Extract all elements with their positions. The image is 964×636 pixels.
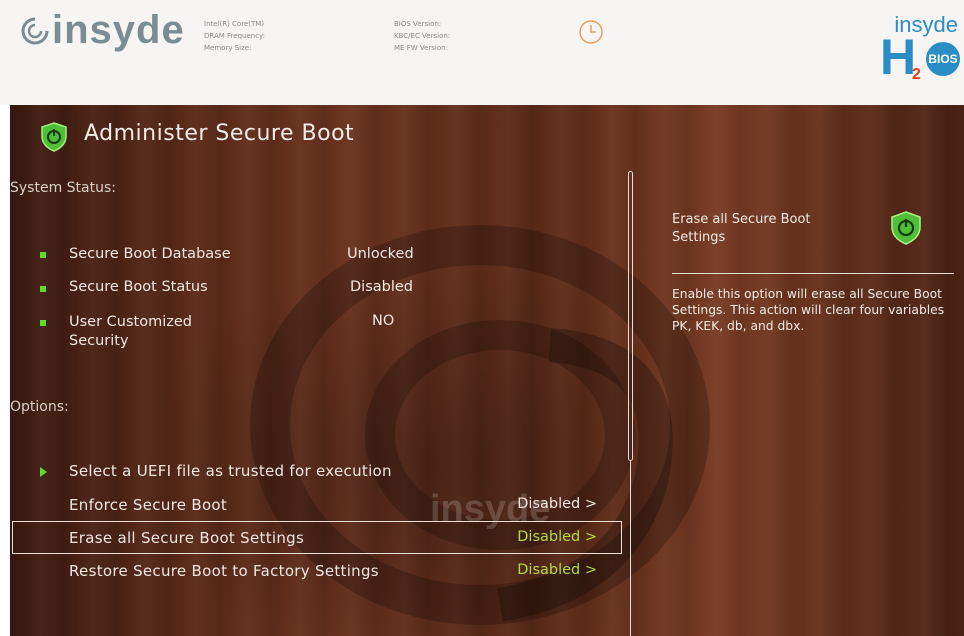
secure-boot-database-value: Unlocked bbox=[347, 246, 414, 262]
help-title: Erase all Secure Boot Settings bbox=[672, 212, 811, 245]
system-status-heading: System Status: bbox=[10, 180, 116, 196]
options-scrollbar[interactable] bbox=[628, 171, 633, 636]
kbc-ec-version-label: KBC/EC Version: bbox=[394, 32, 451, 40]
user-customized-security-label: User Customized Security bbox=[69, 313, 192, 351]
shield-power-icon bbox=[891, 211, 921, 245]
brand-2-digit: 2 bbox=[912, 66, 921, 83]
dram-frequency-label: DRAM Frequency: bbox=[204, 32, 266, 40]
me-fw-version-label: ME FW Version: bbox=[394, 44, 448, 52]
enforce-secure-boot-option[interactable]: Enforce Secure Boot bbox=[69, 496, 227, 514]
page-title: Administer Secure Boot bbox=[84, 121, 355, 146]
status-bullet-icon bbox=[40, 320, 46, 326]
restore-factory-settings-option[interactable]: Restore Secure Boot to Factory Settings bbox=[69, 562, 379, 580]
help-description: Enable this option will erase all Secure… bbox=[672, 287, 945, 333]
secure-boot-status-label: Secure Boot Status bbox=[69, 279, 208, 295]
bios-badge: BIOS bbox=[926, 42, 960, 76]
help-separator bbox=[672, 273, 954, 274]
clock-icon bbox=[579, 20, 603, 44]
user-customized-security-line1: User Customized bbox=[69, 314, 192, 330]
options-heading: Options: bbox=[10, 399, 69, 415]
h2o-bios-logo-icon: insyde H 2 BIOS bbox=[852, 12, 962, 92]
secure-boot-database-label: Secure Boot Database bbox=[69, 246, 231, 262]
status-bullet-icon bbox=[40, 286, 46, 292]
enforce-secure-boot-value[interactable]: Disabled > bbox=[490, 496, 597, 512]
secure-boot-status-value: Disabled bbox=[350, 279, 413, 295]
insyde-logo-text: insyde bbox=[52, 8, 185, 52]
cpu-label: Intel(R) Core(TM) bbox=[204, 20, 265, 28]
insyde-swirl-watermark-icon bbox=[250, 225, 710, 625]
sysinfo-left: Intel(R) Core(TM) DRAM Frequency: Memory… bbox=[204, 18, 265, 54]
insyde-logo-icon bbox=[21, 17, 49, 45]
restore-factory-settings-value[interactable]: Disabled > bbox=[490, 562, 597, 578]
user-customized-security-value: NO bbox=[372, 313, 395, 329]
bios-version-label: BIOS Version: bbox=[394, 20, 442, 28]
memory-size-label: Memory Size: bbox=[204, 44, 252, 52]
shield-power-icon bbox=[41, 122, 67, 152]
bios-header: insyde Intel(R) Core(TM) DRAM Frequency:… bbox=[0, 0, 964, 105]
submenu-arrow-icon bbox=[40, 467, 47, 477]
sysinfo-right: BIOS Version: KBC/EC Version: ME FW Vers… bbox=[394, 18, 450, 54]
brand-h-letter: H bbox=[880, 29, 917, 85]
erase-secure-boot-settings-value[interactable]: Disabled > bbox=[490, 529, 597, 545]
select-uefi-file-option[interactable]: Select a UEFI file as trusted for execut… bbox=[69, 462, 392, 480]
user-customized-security-line2: Security bbox=[69, 333, 129, 349]
secure-boot-panel: insyde Administer Secure Boot System Sta… bbox=[10, 105, 964, 636]
scrollbar-thumb[interactable] bbox=[628, 171, 633, 461]
status-bullet-icon bbox=[40, 252, 46, 258]
scrollbar-track[interactable] bbox=[630, 461, 631, 636]
erase-secure-boot-settings-option[interactable]: Erase all Secure Boot Settings bbox=[69, 529, 304, 547]
